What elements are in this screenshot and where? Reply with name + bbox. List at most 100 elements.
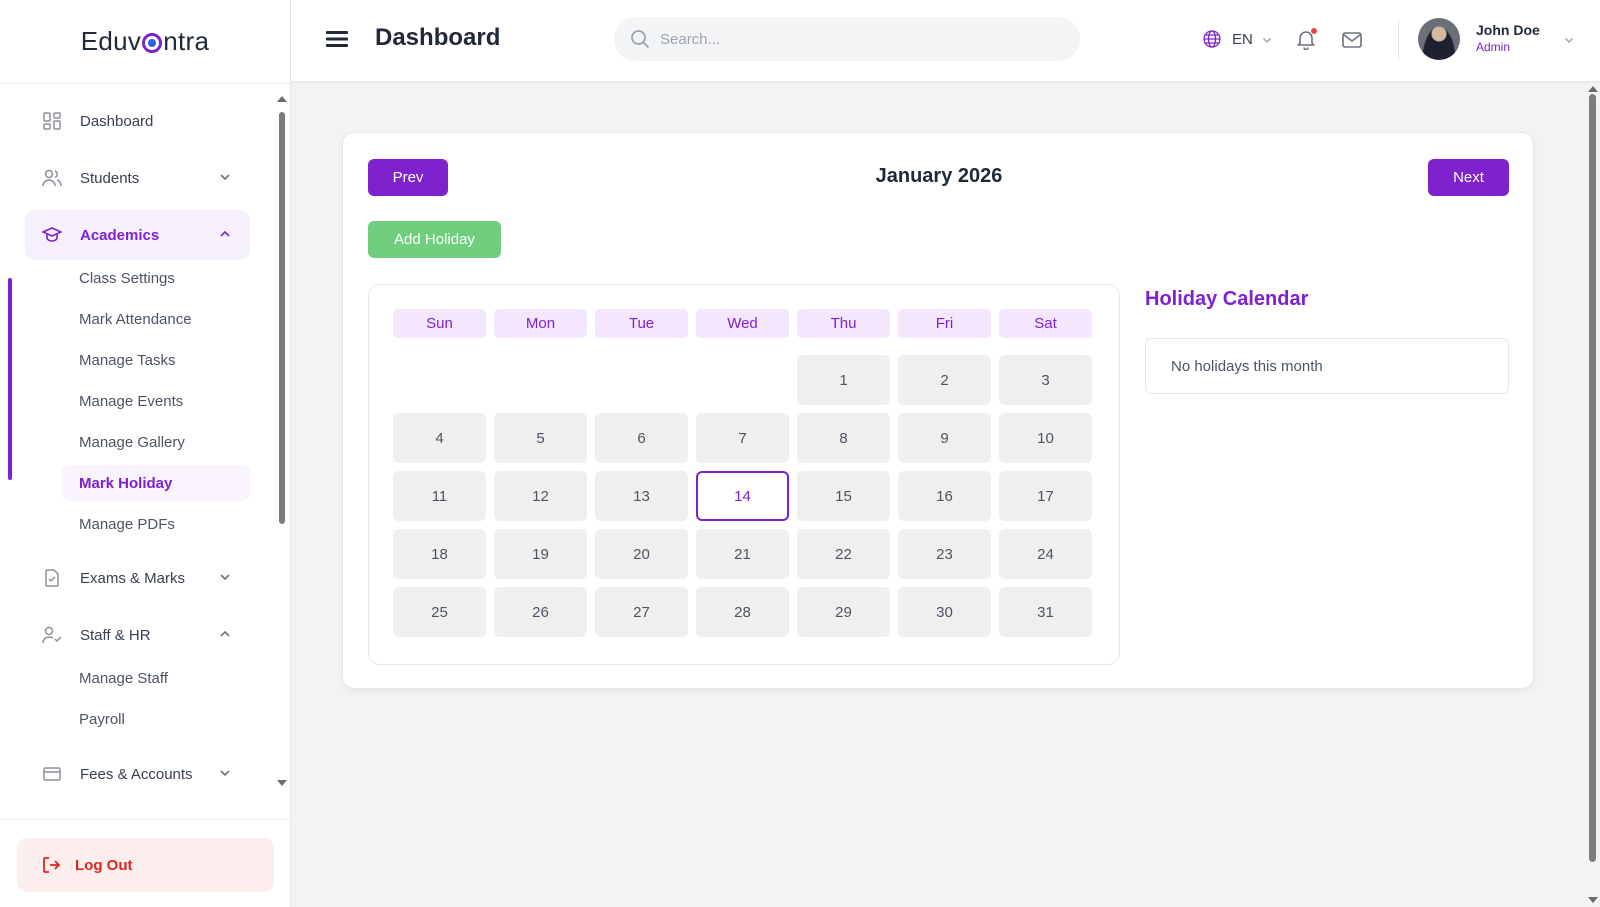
top-header: Dashboard EN John Doe Admin [291,0,1600,82]
active-indicator [8,278,12,480]
calendar-day[interactable]: 30 [898,587,991,637]
calendar-day[interactable]: 6 [595,413,688,463]
logout-label: Log Out [75,856,133,874]
sidebar-item-label: Fees & Accounts [80,765,193,783]
weekday-header: Wed [696,309,789,338]
weekday-header: Sun [393,309,486,338]
sidebar-item-label: Dashboard [80,112,154,130]
weekday-header: Tue [595,309,688,338]
language-selector[interactable]: EN [1202,29,1273,49]
calendar-day[interactable]: 31 [999,587,1092,637]
sidebar-item-students[interactable]: Students [25,153,250,203]
sidebar-item-label: Academics [80,226,160,244]
sidebar-item-label: Students [80,169,140,187]
scroll-up-arrow-icon[interactable] [277,96,287,102]
calendar-day[interactable]: 8 [797,413,890,463]
notification-dot [1311,28,1317,34]
search-input[interactable] [660,30,1040,48]
brand-logo[interactable]: Eduv ntra [0,0,290,84]
sidebar-item-exams[interactable]: Exams & Marks [25,553,250,603]
calendar-day[interactable]: 24 [999,529,1092,579]
sidebar-item-academics[interactable]: Academics [25,210,250,260]
calendar-day[interactable]: 4 [393,413,486,463]
sidebar-item-label: Exams & Marks [80,569,186,587]
logout-icon [41,855,61,875]
sidebar-subitem-manage-tasks[interactable]: Manage Tasks [62,342,250,378]
calendar-day[interactable]: 22 [797,529,890,579]
calendar-day[interactable]: 5 [494,413,587,463]
chevron-down-icon [218,170,232,184]
hamburger-menu-icon[interactable] [326,30,348,48]
sidebar-subitem-class-settings[interactable]: Class Settings [62,260,250,296]
grid-icon [42,111,62,131]
calendar-day[interactable]: 29 [797,587,890,637]
calendar-day[interactable]: 13 [595,471,688,521]
sidebar-item-staff[interactable]: Staff & HR [25,610,250,660]
calendar-day-today[interactable]: 14 [696,471,789,521]
logout-area: Log Out [0,819,291,907]
calendar-day[interactable]: 11 [393,471,486,521]
sidebar-nav: Dashboard Students Academics Class Setti… [0,96,276,786]
sidebar-subitem-manage-staff[interactable]: Manage Staff [62,660,250,696]
chevron-down-icon[interactable] [1563,33,1575,45]
calendar-day[interactable]: 18 [393,529,486,579]
wallet-icon [42,764,62,784]
calendar-day[interactable]: 25 [393,587,486,637]
calendar-day[interactable]: 17 [999,471,1092,521]
sidebar-scrollbar[interactable] [276,96,287,786]
calendar-day[interactable]: 7 [696,413,789,463]
calendar-day[interactable]: 28 [696,587,789,637]
sidebar-subitem-mark-attendance[interactable]: Mark Attendance [62,301,250,337]
calendar-day[interactable]: 23 [898,529,991,579]
next-month-button[interactable]: Next [1428,159,1509,196]
calendar-day[interactable]: 10 [999,413,1092,463]
scrollbar-thumb[interactable] [279,112,285,524]
scroll-down-arrow-icon[interactable] [1588,897,1598,903]
calendar-day[interactable]: 26 [494,587,587,637]
sidebar-item-fees[interactable]: Fees & Accounts [25,749,250,786]
search-bar[interactable] [614,17,1080,61]
add-holiday-button[interactable]: Add Holiday [368,221,501,258]
scroll-down-arrow-icon[interactable] [277,780,287,786]
main-scrollbar[interactable] [1585,82,1600,907]
notification-bell-icon[interactable] [1295,28,1317,51]
mail-icon[interactable] [1341,29,1363,51]
sidebar-subitem-manage-gallery[interactable]: Manage Gallery [62,424,250,460]
calendar-day[interactable]: 2 [898,355,991,405]
weekday-header: Mon [494,309,587,338]
sidebar-item-label: Staff & HR [80,626,151,644]
calendar-day[interactable]: 27 [595,587,688,637]
calendar-day[interactable]: 19 [494,529,587,579]
calendar-day[interactable]: 12 [494,471,587,521]
users-icon [42,168,62,188]
user-role: Admin [1476,40,1511,54]
sidebar-subitem-manage-pdfs[interactable]: Manage PDFs [62,506,250,542]
search-icon [630,29,650,49]
user-check-icon [42,625,62,645]
brand-name-start: Eduv [80,26,142,56]
weekday-header: Fri [898,309,991,338]
calendar-day[interactable]: 1 [797,355,890,405]
avatar[interactable] [1418,18,1460,60]
calendar-grid: Sun Mon Tue Wed Thu Fri Sat 1 2 3 4 5 6 7 8 9 10 1… [368,284,1120,665]
calendar-day[interactable]: 15 [797,471,890,521]
chevron-up-icon [218,627,232,641]
calendar-day[interactable]: 20 [595,529,688,579]
sidebar-subitem-payroll[interactable]: Payroll [62,701,250,737]
calendar-day[interactable]: 3 [999,355,1092,405]
sidebar-item-dashboard[interactable]: Dashboard [25,96,250,146]
month-title: January 2026 [875,165,1003,187]
scroll-up-arrow-icon[interactable] [1588,86,1598,92]
weekday-header: Sat [999,309,1092,338]
header-divider [1398,20,1399,60]
sidebar-subitem-manage-events[interactable]: Manage Events [62,383,250,419]
chevron-down-icon [1261,33,1273,45]
calendar-day[interactable]: 9 [898,413,991,463]
sidebar-subitem-mark-holiday[interactable]: Mark Holiday [62,465,250,501]
scrollbar-thumb[interactable] [1589,94,1596,862]
calendar-day[interactable]: 21 [696,529,789,579]
user-name[interactable]: John Doe [1476,22,1540,38]
calendar-day[interactable]: 16 [898,471,991,521]
sidebar: Eduv ntra Dashboard Students Academics Cl… [0,0,291,907]
logout-button[interactable]: Log Out [17,838,274,892]
